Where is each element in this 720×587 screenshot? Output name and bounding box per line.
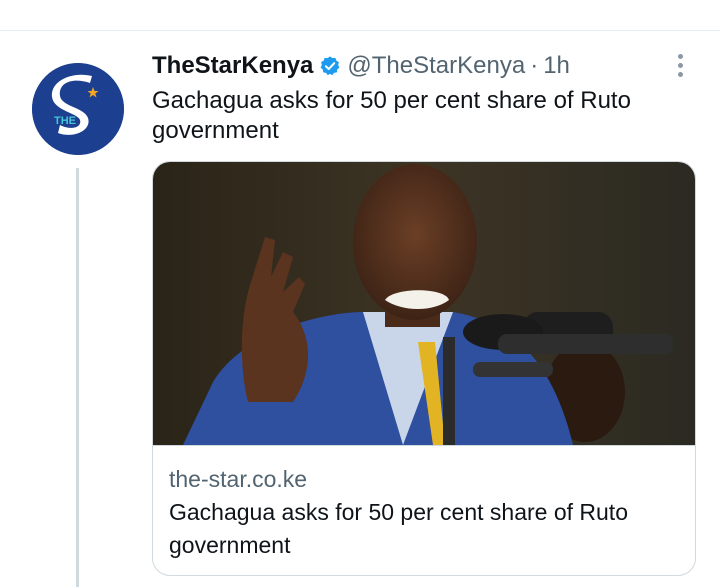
verified-badge-icon — [320, 56, 340, 76]
more-dot — [677, 71, 683, 77]
tweet-timestamp[interactable]: 1h — [543, 52, 570, 80]
author-handle[interactable]: @TheStarKenya — [347, 52, 525, 80]
separator-dot: · — [530, 52, 539, 79]
top-divider — [0, 30, 720, 31]
author-name[interactable]: TheStarKenya — [152, 52, 313, 80]
avatar-text: THE — [54, 115, 76, 127]
more-dot — [677, 62, 683, 68]
tweet-header: TheStarKenya @TheStarKenya · 1h — [152, 50, 570, 82]
card-image[interactable] — [153, 162, 695, 445]
link-card[interactable]: the-star.co.ke Gachagua asks for 50 per … — [152, 161, 696, 576]
more-options-icon[interactable] — [666, 50, 694, 80]
card-domain[interactable]: the-star.co.ke — [169, 466, 307, 493]
star-logo-icon: THE — [32, 63, 124, 155]
card-divider — [153, 445, 695, 446]
thread-line — [76, 168, 79, 587]
more-dot — [677, 53, 683, 59]
author-avatar[interactable]: THE — [32, 63, 124, 155]
card-title[interactable]: Gachagua asks for 50 per cent share of R… — [169, 496, 679, 562]
tweet-text: Gachagua asks for 50 per cent share of R… — [152, 87, 631, 144]
